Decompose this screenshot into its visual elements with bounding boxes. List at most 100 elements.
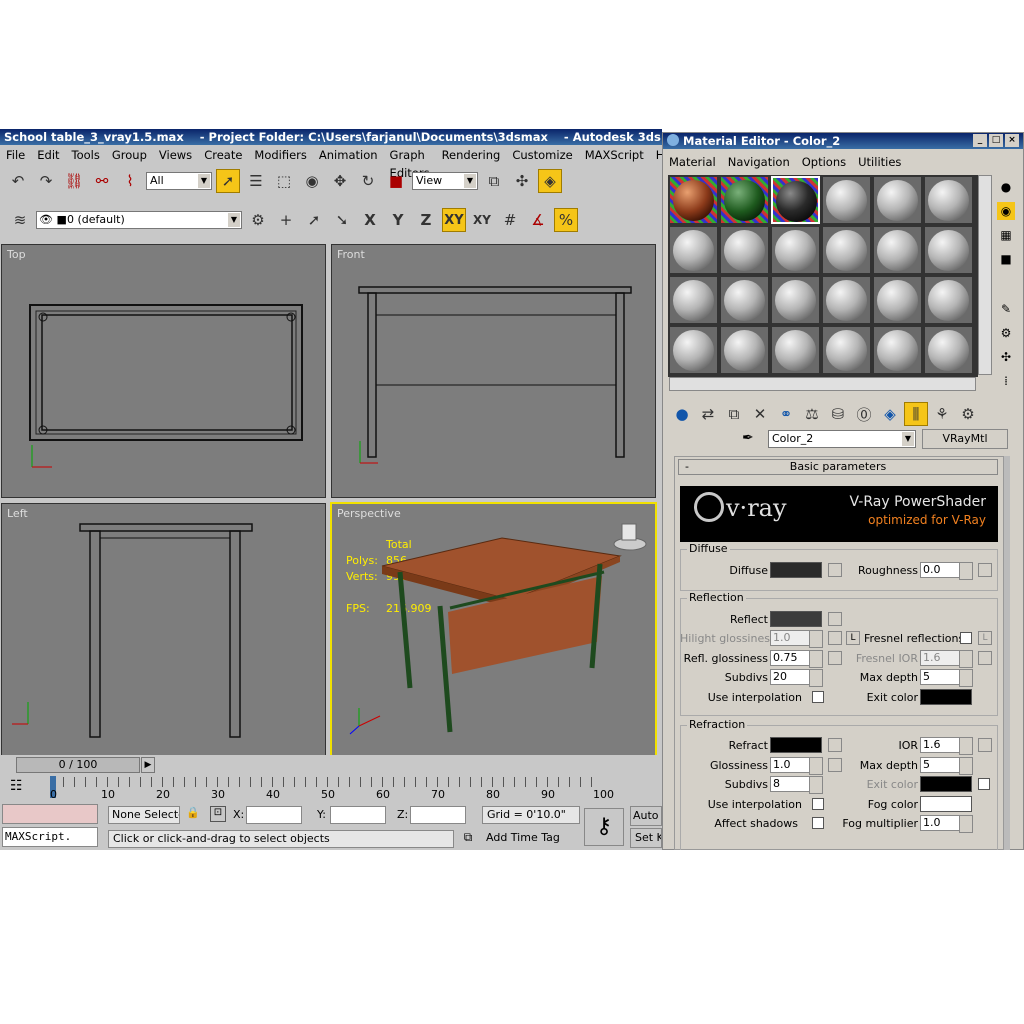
- me-menu-material[interactable]: Material: [663, 153, 722, 171]
- layer-dropdown[interactable]: 👁 ■ 0 (default): [36, 211, 242, 229]
- menu-graph-editors[interactable]: Graph Editors: [384, 146, 436, 180]
- sample-slot[interactable]: [873, 276, 922, 324]
- menu-rendering[interactable]: Rendering: [436, 146, 507, 164]
- window-crossing-icon[interactable]: ◉: [300, 169, 324, 193]
- refl-use-interpolation-checkbox[interactable]: [812, 691, 824, 703]
- set-current-layer-icon[interactable]: ➘: [330, 208, 354, 232]
- layer-manager-icon[interactable]: ≋: [8, 208, 32, 232]
- refr-use-interpolation-checkbox[interactable]: [812, 798, 824, 810]
- select-in-layer-icon[interactable]: ➚: [302, 208, 326, 232]
- snap-icon[interactable]: #: [498, 208, 522, 232]
- maxscript-listener-top[interactable]: [2, 804, 98, 824]
- refract-color-swatch[interactable]: [770, 737, 822, 753]
- viewport-left[interactable]: Left: [1, 503, 326, 757]
- menu-animation[interactable]: Animation: [313, 146, 384, 164]
- go-forward-sibling-icon[interactable]: ⚙: [956, 402, 980, 426]
- new-layer-icon[interactable]: ⚙: [246, 208, 270, 232]
- sample-slot[interactable]: [669, 326, 718, 374]
- fresnel-ior-map-button[interactable]: [978, 651, 992, 665]
- sample-slot[interactable]: [822, 276, 871, 324]
- refl-glossiness-spinner[interactable]: 0.75: [770, 650, 823, 668]
- get-material-icon[interactable]: ●: [670, 402, 694, 426]
- make-preview-icon[interactable]: ⚙: [997, 324, 1015, 342]
- sample-slot[interactable]: [771, 176, 820, 224]
- me-menu-utilities[interactable]: Utilities: [852, 153, 907, 171]
- reset-map-icon[interactable]: ✕: [748, 402, 772, 426]
- viewport-front[interactable]: Front: [331, 244, 656, 498]
- ior-map-button[interactable]: [978, 738, 992, 752]
- menu-maxscript[interactable]: MAXScript: [579, 146, 650, 164]
- sample-slot[interactable]: [669, 176, 718, 224]
- put-to-scene-icon[interactable]: ⇄: [696, 402, 720, 426]
- sample-uv-tiling-icon[interactable]: ■: [997, 250, 1015, 268]
- sample-slot[interactable]: [720, 226, 769, 274]
- sample-slot[interactable]: [669, 226, 718, 274]
- sample-slot[interactable]: [822, 226, 871, 274]
- me-menu-options[interactable]: Options: [796, 153, 852, 171]
- select-by-name-icon[interactable]: ☰: [244, 169, 268, 193]
- hilight-glossiness-spinner[interactable]: 1.0: [770, 630, 823, 648]
- sample-slot[interactable]: [771, 326, 820, 374]
- refl-glossiness-map-button[interactable]: [828, 651, 842, 665]
- scale-icon[interactable]: ■: [384, 169, 408, 193]
- rollout-header[interactable]: - Basic parameters: [678, 459, 998, 475]
- sample-type-icon[interactable]: ●: [997, 178, 1015, 196]
- sample-slot[interactable]: [873, 226, 922, 274]
- assign-to-selection-icon[interactable]: ⧉: [722, 402, 746, 426]
- redo-icon[interactable]: ↷: [34, 169, 58, 193]
- go-to-parent-icon[interactable]: ⚘: [930, 402, 954, 426]
- fog-color-swatch[interactable]: [920, 796, 972, 812]
- refr-max-depth-spinner[interactable]: 5: [920, 757, 973, 775]
- render-teapot-icon[interactable]: ◈: [538, 169, 562, 193]
- close-icon[interactable]: ×: [1005, 134, 1019, 147]
- sample-slot[interactable]: [720, 326, 769, 374]
- sample-slot[interactable]: [822, 176, 871, 224]
- pivot-center-icon[interactable]: ⧉: [482, 169, 506, 193]
- refract-map-button[interactable]: [828, 738, 842, 752]
- sample-slot[interactable]: [720, 176, 769, 224]
- refr-glossiness-map-button[interactable]: [828, 758, 842, 772]
- select-by-material-icon[interactable]: ⁞: [997, 372, 1015, 390]
- menu-customize[interactable]: Customize: [506, 146, 578, 164]
- ref-coord-dropdown[interactable]: View: [412, 172, 478, 190]
- fog-multiplier-spinner[interactable]: 1.0: [920, 815, 973, 833]
- sample-slot[interactable]: [822, 326, 871, 374]
- viewport-perspective[interactable]: Perspective Total Polys: 856 Verts: 992 …: [330, 502, 657, 757]
- sample-slot[interactable]: [924, 326, 973, 374]
- refl-subdivs-spinner[interactable]: 20: [770, 669, 823, 687]
- bind-space-warp-icon[interactable]: ⌇: [118, 169, 142, 193]
- fresnel-reflections-checkbox[interactable]: [960, 632, 972, 644]
- selection-filter-dropdown[interactable]: All: [146, 172, 212, 190]
- time-slider[interactable]: 0 / 100: [16, 757, 140, 773]
- axis-xy-button[interactable]: XY: [442, 208, 466, 232]
- unlink-icon[interactable]: ⚯: [90, 169, 114, 193]
- maxscript-listener[interactable]: MAXScript.: [2, 827, 98, 847]
- axis-y-button[interactable]: Y: [386, 208, 410, 232]
- sample-slot[interactable]: [771, 226, 820, 274]
- sample-slot[interactable]: [720, 276, 769, 324]
- refr-glossiness-spinner[interactable]: 1.0: [770, 757, 823, 775]
- sample-slot[interactable]: [771, 276, 820, 324]
- ior-spinner[interactable]: 1.6: [920, 737, 973, 755]
- material-name-field[interactable]: Color_2: [768, 430, 916, 448]
- set-key-icon[interactable]: ⚷: [584, 808, 624, 846]
- backlight-icon[interactable]: ◉: [997, 202, 1015, 220]
- slots-h-scrollbar[interactable]: [669, 377, 976, 391]
- fresnel-lock-button[interactable]: L: [978, 631, 992, 645]
- select-link-icon[interactable]: ⛓: [62, 169, 86, 193]
- material-type-button[interactable]: VRayMtl: [922, 429, 1008, 449]
- diffuse-color-swatch[interactable]: [770, 562, 822, 578]
- refr-subdivs-spinner[interactable]: 8: [770, 776, 823, 794]
- menu-tools[interactable]: Tools: [66, 146, 106, 164]
- move-icon[interactable]: ✥: [328, 169, 352, 193]
- rectangular-selection-icon[interactable]: ⬚: [272, 169, 296, 193]
- viewport-top[interactable]: Top: [1, 244, 326, 498]
- add-time-tag-button[interactable]: Add Time Tag: [482, 830, 580, 848]
- y-coord-field[interactable]: [330, 806, 386, 824]
- hilight-map-button[interactable]: [828, 631, 842, 645]
- background-checker-icon[interactable]: ▦: [997, 226, 1015, 244]
- menu-file[interactable]: File: [0, 146, 31, 164]
- sample-slot[interactable]: [924, 276, 973, 324]
- sample-slot[interactable]: [873, 326, 922, 374]
- roughness-spinner[interactable]: 0.0: [920, 562, 973, 580]
